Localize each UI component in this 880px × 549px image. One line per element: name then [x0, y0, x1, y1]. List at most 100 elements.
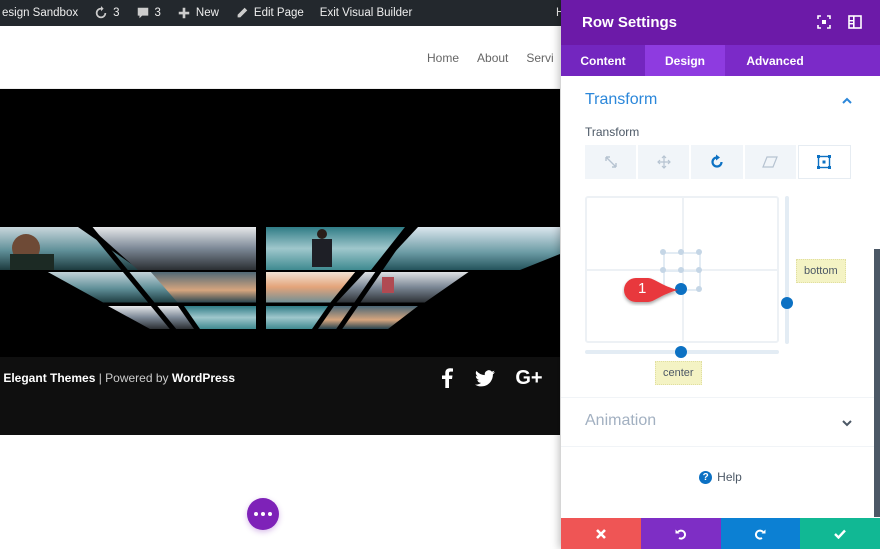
skew-icon	[762, 156, 779, 168]
admin-edit-page[interactable]: Edit Page	[227, 0, 312, 26]
panel-scrollbar[interactable]	[874, 249, 880, 517]
panel-header: Row Settings	[561, 0, 880, 45]
chevron-up-icon[interactable]	[842, 96, 852, 106]
photo-subject	[317, 229, 327, 239]
new-label: New	[195, 7, 219, 19]
horizontal-slider-handle[interactable]	[675, 346, 687, 358]
translate-icon	[656, 155, 671, 169]
chevron-down-icon[interactable]	[842, 418, 852, 428]
origin-button[interactable]	[797, 145, 852, 179]
panel-tabs: Content Design Advanced	[561, 45, 880, 76]
pencil-icon	[237, 7, 248, 18]
builder-menu-button[interactable]	[247, 498, 279, 530]
save-button[interactable]	[800, 518, 880, 549]
credit-platform-link[interactable]: WordPress	[172, 371, 235, 385]
photo-subject	[10, 254, 54, 270]
focus-mode-icon[interactable]	[817, 15, 831, 29]
site-nav: Home About Servi	[427, 51, 554, 65]
help-icon: ?	[699, 470, 713, 484]
rotate-button[interactable]	[691, 145, 743, 179]
gallery-tile	[184, 306, 256, 329]
nav-services[interactable]: Servi	[526, 51, 553, 65]
transform-tool-buttons	[585, 145, 852, 179]
origin-point-center-right[interactable]	[696, 267, 702, 273]
panel-actions	[561, 518, 880, 549]
dot-icon	[254, 512, 258, 516]
perspective-gallery	[0, 221, 560, 357]
vertical-origin-tooltip: bottom	[796, 259, 846, 283]
plus-icon	[178, 7, 190, 19]
vertical-slider-handle[interactable]	[781, 297, 793, 309]
help-label: Help	[717, 470, 742, 484]
admin-exit-builder[interactable]: Exit Visual Builder	[312, 0, 420, 26]
origin-point-top-right[interactable]	[696, 249, 702, 255]
origin-point-bottom-right[interactable]	[696, 286, 702, 292]
tab-content[interactable]: Content	[561, 45, 645, 76]
transform-section-toggle[interactable]: Transform	[585, 91, 657, 109]
step-callout: 1	[622, 276, 684, 311]
screen: esign Sandbox 3 3 New Edit Page Exit Vis…	[0, 0, 880, 549]
admin-site-name[interactable]: esign Sandbox	[0, 0, 86, 26]
photo-subject	[382, 277, 394, 293]
origin-point-top-left[interactable]	[660, 249, 666, 255]
section-divider	[561, 446, 880, 447]
exit-builder-label: Exit Visual Builder	[319, 7, 413, 19]
skew-button[interactable]	[744, 145, 796, 179]
admin-comments[interactable]: 3	[128, 0, 169, 26]
updates-icon	[95, 6, 107, 19]
tab-advanced[interactable]: Advanced	[725, 45, 825, 76]
translate-button[interactable]	[638, 145, 690, 179]
animation-section-toggle[interactable]: Animation	[585, 412, 656, 430]
close-icon	[595, 528, 606, 539]
panel-title: Row Settings	[582, 14, 678, 31]
scale-icon	[604, 156, 617, 168]
tab-design[interactable]: Design	[645, 45, 725, 76]
section-divider	[561, 397, 880, 398]
gallery-tile	[266, 306, 328, 329]
dot-icon	[268, 512, 272, 516]
hero-section	[0, 89, 560, 357]
comment-icon	[137, 7, 148, 19]
horizontal-origin-tooltip: center	[655, 361, 702, 385]
google-plus-glyph: G+	[515, 366, 543, 389]
layout-split-icon[interactable]	[848, 15, 862, 29]
facebook-icon[interactable]	[440, 367, 454, 389]
updates-count: 3	[113, 7, 120, 19]
redo-icon	[755, 529, 766, 540]
gallery-shadow	[0, 329, 560, 357]
gallery-tile	[108, 306, 194, 329]
origin-point-center-left[interactable]	[660, 267, 666, 273]
scale-button[interactable]	[585, 145, 637, 179]
comments-count: 3	[154, 7, 161, 19]
admin-new[interactable]: New	[169, 0, 227, 26]
undo-button[interactable]	[640, 518, 721, 549]
cancel-button[interactable]	[561, 518, 641, 549]
origin-icon	[817, 155, 832, 169]
origin-vertical-slider[interactable]	[785, 196, 789, 344]
nav-home[interactable]: Home	[427, 51, 459, 65]
row-settings-panel: Row Settings Content Design Advanced Tra…	[561, 0, 880, 549]
admin-updates[interactable]: 3	[86, 0, 127, 26]
origin-point-top-center[interactable]	[678, 249, 684, 255]
google-plus-icon[interactable]: G+	[512, 367, 546, 389]
credit-separator: | Powered by	[95, 371, 172, 385]
edit-page-label: Edit Page	[253, 7, 304, 19]
site-footer: y Elegant Themes | Powered by WordPress …	[0, 357, 560, 435]
callout-number: 1	[638, 280, 647, 297]
dot-icon	[261, 512, 265, 516]
twitter-icon[interactable]	[474, 367, 496, 389]
help-link[interactable]: ? Help	[561, 470, 880, 484]
undo-icon	[675, 529, 686, 540]
callout-marker-icon	[624, 278, 678, 302]
origin-point-center[interactable]	[678, 267, 684, 273]
nav-about[interactable]: About	[477, 51, 508, 65]
credit-brand-link[interactable]: Elegant Themes	[3, 371, 95, 385]
site-name-label: esign Sandbox	[2, 7, 79, 19]
transform-field-label: Transform	[585, 125, 640, 139]
gallery-tile	[318, 306, 418, 329]
site-header: Home About Servi	[0, 26, 560, 89]
footer-credit: y Elegant Themes | Powered by WordPress	[0, 371, 235, 385]
photo-subject	[312, 239, 332, 267]
checkmark-icon	[834, 529, 847, 539]
redo-button[interactable]	[720, 518, 801, 549]
